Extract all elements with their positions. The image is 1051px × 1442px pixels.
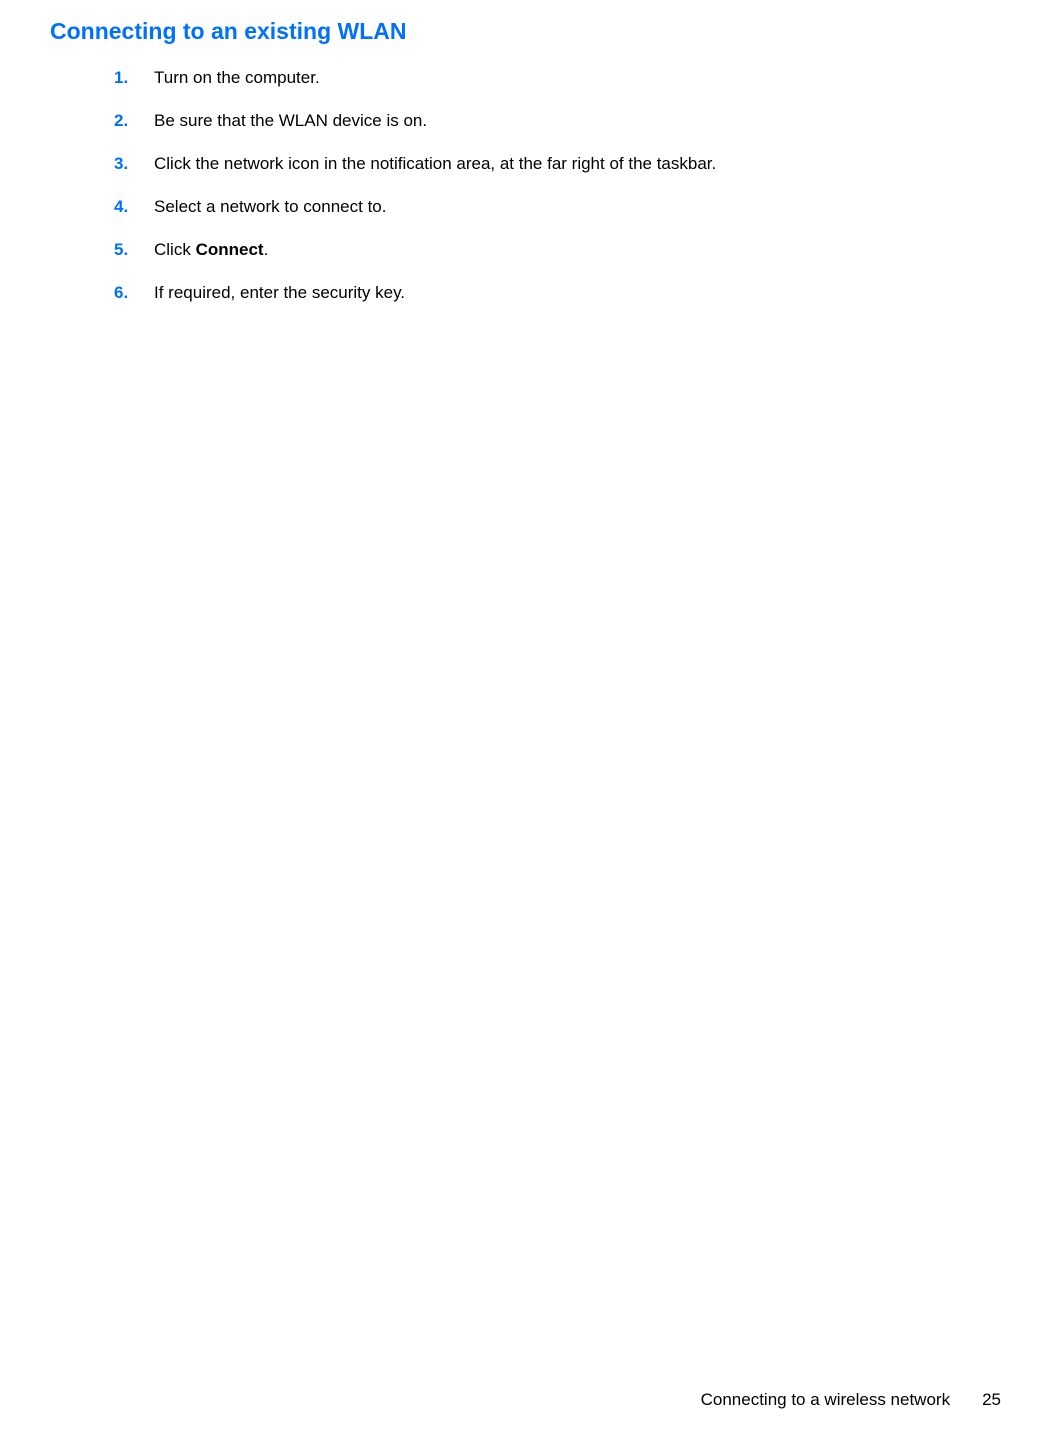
- step-text: Click the network icon in the notificati…: [154, 153, 716, 176]
- step-number: 2.: [114, 110, 154, 133]
- step-text: Be sure that the WLAN device is on.: [154, 110, 427, 133]
- step-item: 2. Be sure that the WLAN device is on.: [114, 110, 1001, 133]
- step-text: If required, enter the security key.: [154, 282, 405, 305]
- step-text-suffix: .: [264, 240, 269, 259]
- step-number: 4.: [114, 196, 154, 219]
- step-item: 3. Click the network icon in the notific…: [114, 153, 1001, 176]
- step-item: 4. Select a network to connect to.: [114, 196, 1001, 219]
- step-number: 6.: [114, 282, 154, 305]
- step-item: 1. Turn on the computer.: [114, 67, 1001, 90]
- step-text: Select a network to connect to.: [154, 196, 386, 219]
- step-text: Click Connect.: [154, 239, 268, 262]
- step-number: 3.: [114, 153, 154, 176]
- footer-section-title: Connecting to a wireless network: [701, 1390, 950, 1410]
- page-footer: Connecting to a wireless network 25: [701, 1390, 1001, 1410]
- step-text: Turn on the computer.: [154, 67, 320, 90]
- step-item: 6. If required, enter the security key.: [114, 282, 1001, 305]
- step-text-prefix: Click: [154, 240, 196, 259]
- step-item: 5. Click Connect.: [114, 239, 1001, 262]
- step-text-bold: Connect: [196, 240, 264, 259]
- step-number: 1.: [114, 67, 154, 90]
- section-heading: Connecting to an existing WLAN: [50, 18, 1001, 45]
- footer-page-number: 25: [982, 1390, 1001, 1410]
- step-number: 5.: [114, 239, 154, 262]
- step-list: 1. Turn on the computer. 2. Be sure that…: [50, 67, 1001, 305]
